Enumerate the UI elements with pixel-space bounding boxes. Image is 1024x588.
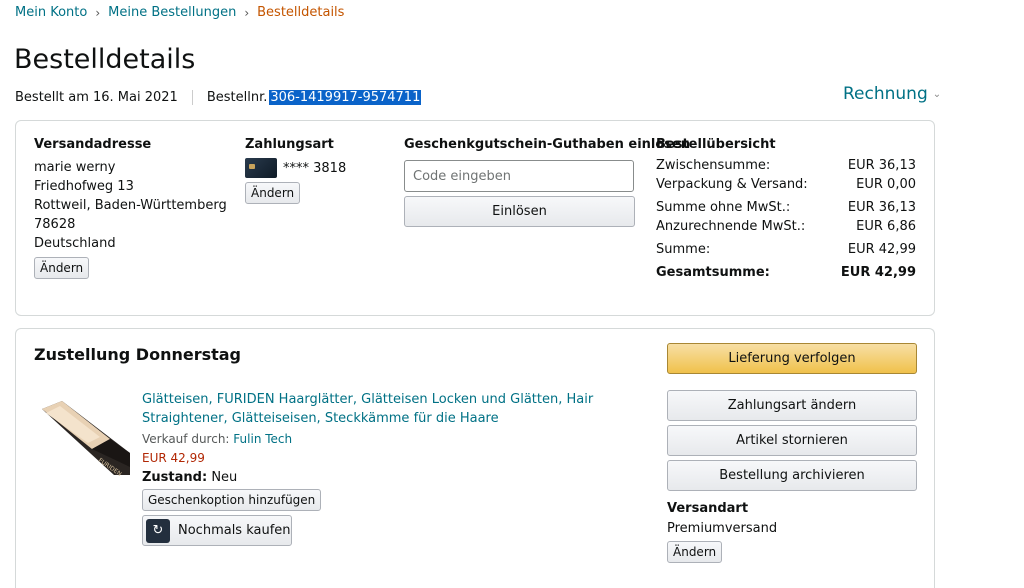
order-number[interactable]: 306-1419917-9574711 [269,90,422,105]
gift-card-heading: Geschenkgutschein-Guthaben einlösen [404,137,691,152]
gift-card-section: Geschenkgutschein-Guthaben einlösen Einl… [404,137,690,227]
address-country: Deutschland [34,236,116,251]
buy-again-label: Nochmals kaufen [178,523,291,538]
summary-label: Gesamtsumme: [656,265,770,280]
page-title: Bestelldetails [14,44,196,75]
summary-value: EUR 36,13 [847,200,916,215]
summary-row-shipping: Verpackung & Versand: EUR 0,00 [656,175,916,194]
condition-value: Neu [211,470,238,485]
invoice-dropdown[interactable]: Rechnung ⌄ [843,84,941,104]
address-zip: 78628 [34,217,76,232]
archive-order-button[interactable]: Bestellung archivieren [667,460,917,491]
delivery-box: Zustellung Donnerstag FURIDEN Glätteisen… [15,328,935,588]
meta-divider [191,90,193,105]
summary-value: EUR 42,99 [840,265,916,280]
shipping-address-heading: Versandadresse [34,137,152,152]
cancel-items-button[interactable]: Artikel stornieren [667,425,917,456]
shipping-method-value: Premiumversand [667,521,778,536]
summary-row-subtotal: Zwischensumme: EUR 36,13 [656,156,916,175]
product-image[interactable]: FURIDEN [40,391,130,481]
redeem-button[interactable]: Einlösen [404,196,635,227]
product-title-link[interactable]: Glätteisen, FURIDEN Haarglätter, Glättei… [142,390,642,428]
delivery-title: Zustellung Donnerstag [34,345,242,364]
address-street: Friedhofweg 13 [34,179,134,194]
address-city: Rottweil, Baden-Württemberg [34,198,227,213]
summary-label: Verpackung & Versand: [656,177,808,192]
change-payment-method-button[interactable]: Zahlungsart ändern [667,390,917,421]
breadcrumb-my-orders[interactable]: Meine Bestellungen [108,5,236,20]
condition-label: Zustand: [142,470,208,485]
order-info-box: Versandadresse marie werny Friedhofweg 1… [15,120,935,316]
product-info: Verkauf durch: Fulin Tech EUR 42,99 Zust… [142,430,292,487]
shipping-method-heading: Versandart [667,501,749,516]
summary-label: Summe ohne MwSt.: [656,200,791,215]
breadcrumb: Mein Konto › Meine Bestellungen › Bestel… [15,5,344,20]
buy-again-button[interactable]: ↻ Nochmals kaufen [142,515,292,546]
summary-value: EUR 42,99 [847,242,916,257]
order-summary-section: Bestellübersicht Zwischensumme: EUR 36,1… [656,137,916,282]
payment-heading: Zahlungsart [245,137,334,152]
card-number: **** 3818 [283,160,347,176]
track-delivery-button[interactable]: Lieferung verfolgen [667,343,917,374]
chevron-down-icon: ⌄ [932,88,942,100]
shipping-address-section: Versandadresse marie werny Friedhofweg 1… [34,137,227,279]
order-meta: Bestellt am 16. Mai 2021 Bestellnr. 306-… [15,90,422,105]
summary-value: EUR 36,13 [847,158,916,173]
seller-line: Verkauf durch: Fulin Tech [142,430,292,449]
summary-value: EUR 0,00 [856,177,916,192]
credit-card-icon [245,158,277,178]
summary-row-total: Gesamtsumme: EUR 42,99 [656,263,916,282]
order-number-label: Bestellnr. [206,90,268,105]
sold-by-label: Verkauf durch: [142,432,230,446]
payment-card: **** 3818 [245,158,346,178]
breadcrumb-current: Bestelldetails [257,5,345,20]
summary-row-vat: Anzurechnende MwSt.: EUR 6,86 [656,217,916,236]
change-shipping-method-button[interactable]: Ändern [667,541,723,563]
condition-line: Zustand: Neu [142,468,292,487]
payment-section: Zahlungsart **** 3818 Ändern [245,137,346,204]
invoice-label: Rechnung [843,84,928,104]
summary-value: EUR 6,86 [856,219,916,234]
address-name: marie werny [34,160,116,175]
summary-row-sum: Summe: EUR 42,99 [656,240,916,259]
summary-label: Zwischensumme: [656,158,771,173]
change-address-button[interactable]: Ändern [34,257,90,279]
order-actions: Lieferung verfolgen Zahlungsart ändern A… [667,343,917,563]
product-price: EUR 42,99 [142,451,205,465]
order-summary-heading: Bestellübersicht [656,137,776,152]
breadcrumb-my-account[interactable]: Mein Konto [15,5,87,20]
breadcrumb-separator: › [95,5,101,20]
buy-again-icon: ↻ [146,518,170,543]
add-gift-option-button[interactable]: Geschenkoption hinzufügen [142,489,322,511]
hair-straightener-image: FURIDEN [40,391,130,481]
gift-code-input[interactable] [404,160,634,192]
summary-label: Summe: [656,242,711,257]
change-payment-button[interactable]: Ändern [245,182,301,204]
seller-link[interactable]: Fulin Tech [233,432,292,446]
summary-label: Anzurechnende MwSt.: [656,219,806,234]
order-date: Bestellt am 16. Mai 2021 [15,90,178,105]
summary-row-net: Summe ohne MwSt.: EUR 36,13 [656,198,916,217]
breadcrumb-separator: › [244,5,250,20]
